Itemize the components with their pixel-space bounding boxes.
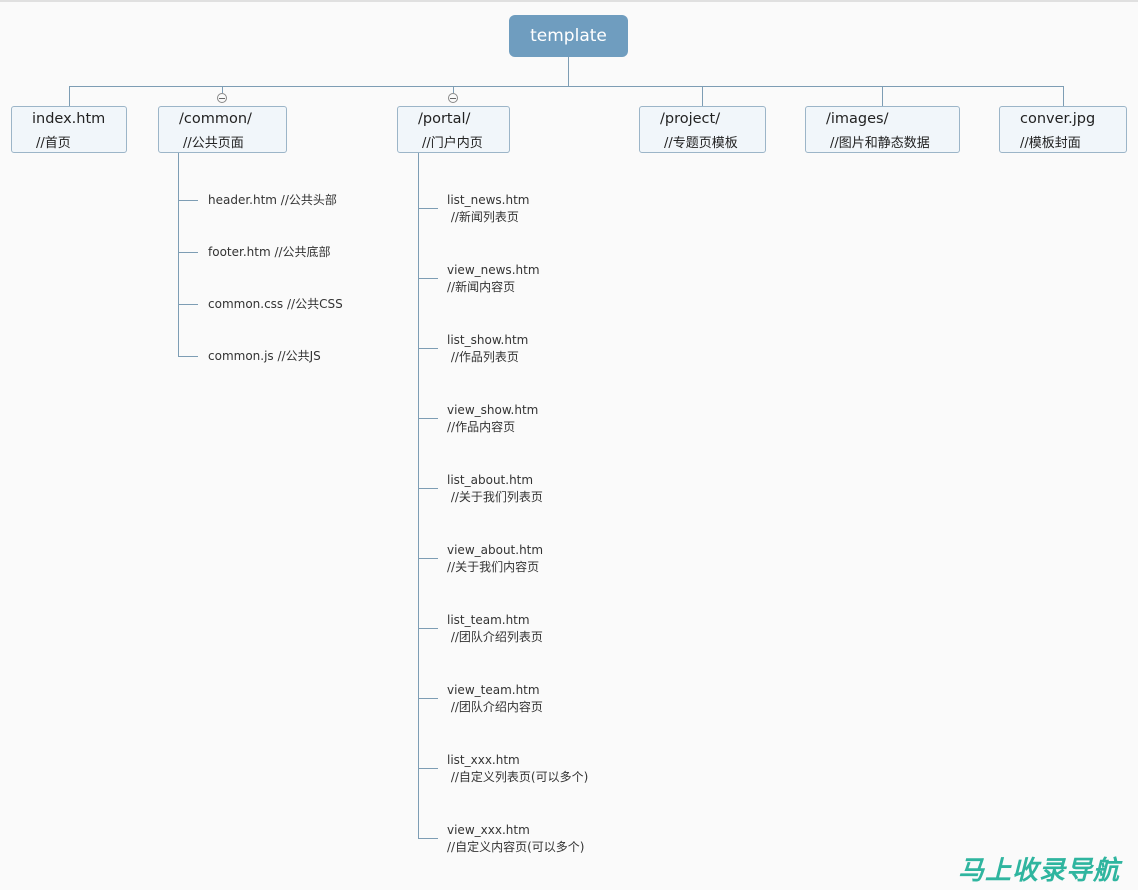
file-name: list_about.htm	[447, 473, 534, 487]
node-comment: //公共页面	[183, 136, 244, 151]
node-project[interactable]: /project/ //专题页模板	[639, 106, 766, 153]
collapse-common-icon[interactable]	[217, 93, 227, 103]
node-comment: //门户内页	[422, 136, 483, 151]
file-name: list_xxx.htm	[447, 753, 520, 767]
file-name: view_show.htm	[447, 403, 539, 417]
node-index[interactable]: index.htm //首页	[11, 106, 127, 153]
node-common[interactable]: /common/ //公共页面	[158, 106, 287, 153]
node-name: /images/	[826, 111, 889, 127]
file-comment: //关于我们列表页	[447, 490, 543, 504]
common-file[interactable]: common.css //公共CSS	[208, 296, 343, 313]
file-comment: //关于我们内容页	[447, 560, 540, 574]
portal-file[interactable]: view_xxx.htm //自定义内容页(可以多个)	[447, 822, 584, 856]
node-portal[interactable]: /portal/ //门户内页	[397, 106, 510, 153]
node-name: /portal/	[418, 111, 471, 127]
file-comment: //新闻内容页	[447, 280, 516, 294]
watermark: 马上收录导航	[958, 856, 1121, 886]
file-comment: //自定义内容页(可以多个)	[447, 840, 585, 854]
file-name: view_xxx.htm	[447, 823, 530, 837]
node-conver[interactable]: conver.jpg //模板封面	[999, 106, 1127, 153]
node-images[interactable]: /images/ //图片和静态数据	[805, 106, 960, 153]
portal-file[interactable]: view_about.htm //关于我们内容页	[447, 542, 543, 576]
portal-file[interactable]: list_team.htm //团队介绍列表页	[447, 612, 543, 646]
portal-file[interactable]: list_show.htm //作品列表页	[447, 332, 528, 366]
file-comment: //团队介绍内容页	[447, 700, 543, 714]
node-comment: //首页	[36, 136, 71, 151]
file-name: list_show.htm	[447, 333, 529, 347]
file-comment: //新闻列表页	[447, 210, 519, 224]
portal-file[interactable]: list_news.htm //新闻列表页	[447, 192, 530, 226]
portal-file[interactable]: list_xxx.htm //自定义列表页(可以多个)	[447, 752, 588, 786]
portal-file[interactable]: view_news.htm //新闻内容页	[447, 262, 540, 296]
file-comment: //作品内容页	[447, 420, 516, 434]
common-file[interactable]: header.htm //公共头部	[208, 192, 337, 209]
common-file[interactable]: common.js //公共JS	[208, 348, 321, 365]
node-comment: //模板封面	[1020, 136, 1081, 151]
file-name: view_team.htm	[447, 683, 540, 697]
portal-file[interactable]: view_team.htm //团队介绍内容页	[447, 682, 543, 716]
node-name: /project/	[660, 111, 721, 127]
node-name: /common/	[179, 111, 252, 127]
node-comment: //图片和静态数据	[830, 136, 930, 151]
file-comment: //自定义列表页(可以多个)	[447, 770, 589, 784]
file-comment: //团队介绍列表页	[447, 630, 543, 644]
collapse-portal-icon[interactable]	[448, 93, 458, 103]
node-name: conver.jpg	[1020, 111, 1096, 127]
file-name: view_news.htm	[447, 263, 540, 277]
root-node[interactable]: template	[509, 15, 628, 57]
node-comment: //专题页模板	[664, 136, 738, 151]
node-name: index.htm	[32, 111, 106, 127]
portal-file[interactable]: list_about.htm //关于我们列表页	[447, 472, 543, 506]
portal-file[interactable]: view_show.htm //作品内容页	[447, 402, 538, 436]
file-name: list_team.htm	[447, 613, 530, 627]
common-file[interactable]: footer.htm //公共底部	[208, 244, 331, 261]
file-name: list_news.htm	[447, 193, 530, 207]
file-name: view_about.htm	[447, 543, 544, 557]
root-label: template	[530, 26, 607, 46]
file-comment: //作品列表页	[447, 350, 519, 364]
